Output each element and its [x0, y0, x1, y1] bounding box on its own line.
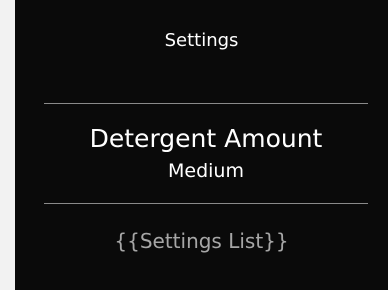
setting-value: Medium [168, 160, 244, 182]
page-title: Settings [164, 30, 239, 51]
setting-item-detergent-amount[interactable]: Detergent Amount Medium [44, 104, 368, 203]
setting-name: Detergent Amount [89, 124, 323, 153]
bottom-divider [44, 203, 368, 204]
settings-screen: Settings Detergent Amount Medium {{Setti… [15, 0, 388, 290]
settings-list-placeholder: {{Settings List}} [114, 229, 289, 253]
